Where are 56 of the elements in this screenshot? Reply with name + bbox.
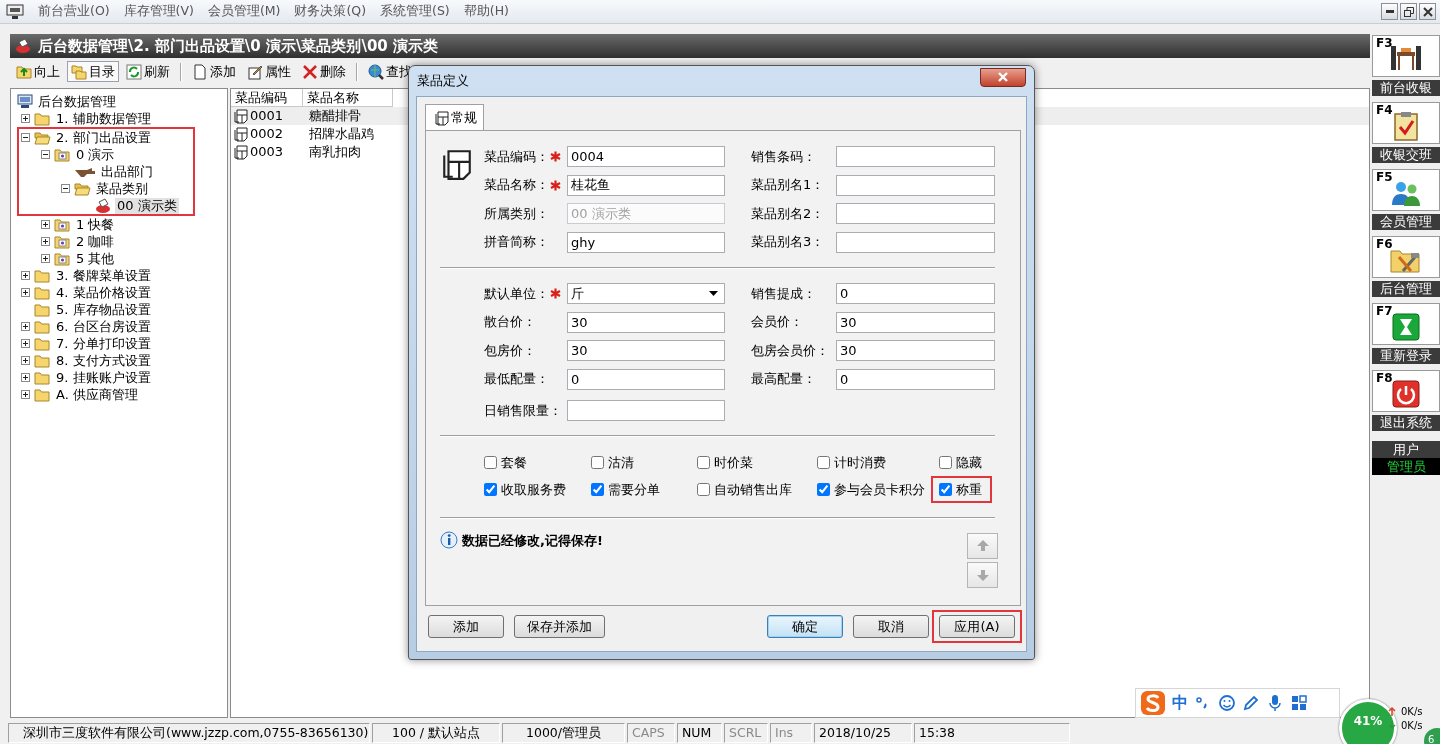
field-label: 菜品编码：: [484, 148, 550, 165]
option-label: 参与会员卡积分: [834, 480, 925, 499]
field-label: 默认单位：: [484, 285, 550, 302]
table-cell-text: 0003: [250, 143, 284, 162]
status-cell: Ins: [770, 723, 812, 743]
option-label: 套餐: [501, 453, 527, 472]
button-caption: 重新登录: [1372, 348, 1440, 364]
field-label: 拼音简称：: [484, 234, 550, 250]
user-label: 用户: [1372, 441, 1440, 458]
field-label: 所属类别：: [484, 205, 550, 222]
field-label: 菜品别名2：: [751, 205, 826, 222]
button-caption: 前台收银: [1372, 80, 1440, 96]
button-caption: 收银交班: [1372, 147, 1440, 163]
field-label: 菜品别名3：: [751, 234, 826, 250]
breadcrumb-title: 后台数据管理\2. 部门出品设置\0 演示\菜品类别\00 演示类: [38, 35, 439, 57]
field-label: 包房价：: [484, 342, 537, 359]
field-label: 最高配量：: [751, 371, 817, 387]
option-label: 需要分单: [608, 480, 660, 499]
option-label: 时价菜: [714, 453, 753, 472]
table-cell-text: 招牌水晶鸡: [308, 125, 374, 144]
status-cell: CAPS: [627, 723, 675, 743]
field-label: 日销售限量：: [484, 402, 563, 419]
option-label: 收取服务费: [501, 480, 566, 499]
user-name: 管理员: [1372, 458, 1440, 475]
field-label: 包房会员价：: [751, 342, 830, 359]
network-speed: 0K/s: [1401, 705, 1423, 718]
status-cell: NUM: [677, 723, 722, 743]
option-label: 计时消费: [834, 453, 886, 472]
status-cell: 2018/10/25: [814, 723, 912, 743]
field-label: 销售提成：: [751, 285, 817, 302]
button-caption: 退出系统: [1372, 415, 1440, 431]
table-cell-text: 南乳扣肉: [308, 143, 361, 162]
dialog-title: 菜品定义: [417, 72, 469, 91]
table-cell-text: 0002: [250, 125, 284, 144]
field-label: 最低配量：: [484, 371, 550, 387]
status-cell: 深圳市三度软件有限公司(www.jzzp.com,0755-83656130): [8, 723, 370, 743]
status-message: 数据已经修改,记得保存!: [462, 532, 603, 550]
button-caption: 会员管理: [1372, 214, 1440, 230]
field-label: 散台价：: [484, 314, 537, 330]
button-caption: 后台管理: [1372, 281, 1440, 297]
table-cell-text: 糖醋排骨: [308, 107, 361, 126]
table-cell-text: 0001: [250, 107, 284, 126]
status-cell: 15:38: [914, 723, 1070, 743]
status-cell: SCRL: [724, 723, 768, 743]
field-label: 菜品别名1：: [751, 177, 826, 193]
status-cell: 1000/管理员: [502, 723, 625, 743]
field-label: 销售条码：: [751, 148, 817, 165]
memory-gauge: 41%: [1339, 699, 1397, 744]
field-label: 会员价：: [751, 314, 804, 330]
option-label: 称重: [956, 480, 982, 499]
network-speed: 0K/s: [1401, 719, 1423, 732]
option-label: 沽清: [608, 453, 634, 472]
field-label: 菜品名称：: [484, 177, 550, 193]
option-label: 自动销售出库: [714, 480, 792, 499]
status-cell: 100 / 默认站点: [372, 723, 500, 743]
option-label: 隐藏: [956, 453, 982, 472]
